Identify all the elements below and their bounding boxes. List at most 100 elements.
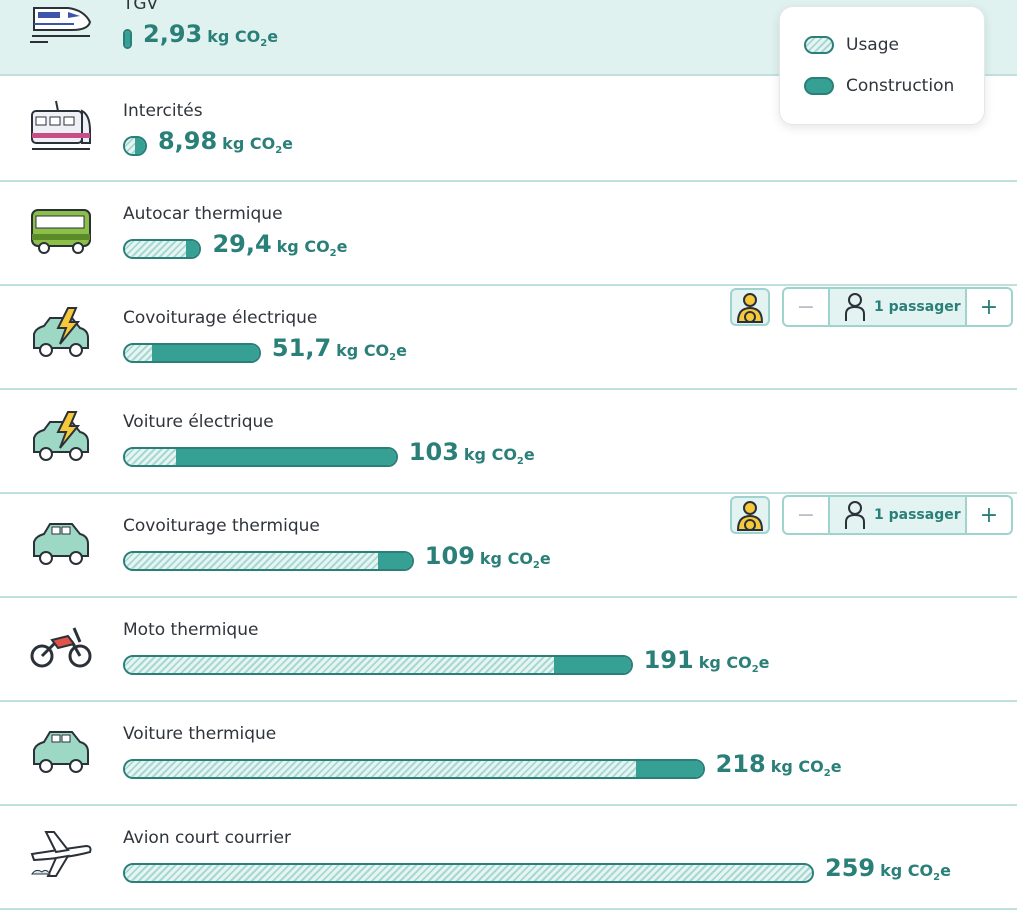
- legend-label-usage: Usage: [846, 35, 899, 55]
- unit-co2: CO: [304, 237, 330, 256]
- unit-sub: 2: [823, 768, 831, 780]
- bar-track: [123, 136, 147, 156]
- bar-value-label: 103 kg CO2e: [409, 438, 535, 467]
- intercites-train-icon: [28, 97, 94, 157]
- car-icon: [28, 720, 94, 780]
- bar-segment-construction: [553, 657, 631, 673]
- unit-co2: CO: [234, 27, 261, 46]
- bar-track: [123, 759, 705, 779]
- bar-value-number: 259: [825, 854, 876, 882]
- bar-segment-construction: [636, 761, 703, 777]
- bus-icon: [28, 200, 94, 260]
- bar-track: [123, 655, 633, 675]
- unit-sub: 2: [532, 560, 540, 572]
- chart-row: Voiture électrique 103 kg CO2e: [0, 390, 1017, 494]
- unit-co2: CO: [491, 445, 517, 464]
- unit-e: e: [267, 27, 279, 46]
- unit-e: e: [830, 757, 842, 776]
- bar-value-label: 29,4 kg CO2e: [212, 230, 347, 259]
- increase-passenger-button[interactable]: +: [965, 497, 1011, 533]
- chart-row: Covoiturage thermique 109 kg CO2e − 1 passag…: [0, 494, 1017, 598]
- bar-track: [123, 863, 814, 883]
- unit-e: e: [396, 341, 407, 360]
- unit-kg: kg: [479, 549, 508, 568]
- bar-value-unit: kg CO2e: [222, 134, 294, 156]
- bar-track: [123, 447, 398, 467]
- chart-row: Voiture thermique 218 kg CO2e: [0, 702, 1017, 806]
- driver-icon[interactable]: [730, 496, 770, 534]
- decrease-passenger-button[interactable]: −: [784, 289, 830, 325]
- driver-icon[interactable]: [730, 288, 770, 326]
- decrease-passenger-button[interactable]: −: [784, 497, 830, 533]
- unit-kg: kg: [207, 27, 235, 46]
- motorcycle-icon: [28, 616, 94, 676]
- category-label: Intercités: [123, 101, 203, 121]
- passenger-stepper: − 1 passager +: [782, 495, 1013, 535]
- increase-passenger-button[interactable]: +: [965, 289, 1011, 325]
- bar-segment-construction: [176, 449, 396, 465]
- bar-segment-usage: [125, 553, 378, 569]
- unit-co2: CO: [907, 861, 934, 880]
- bar-value-unit: kg CO2e: [698, 653, 770, 676]
- chart-row: Autocar thermique 29,4 kg CO2e: [0, 182, 1017, 286]
- bar-value-unit: kg CO2e: [771, 757, 842, 780]
- category-label: Autocar thermique: [123, 204, 283, 224]
- chart-row: Covoiturage électrique 51,7 kg CO2e − 1 pass…: [0, 286, 1017, 390]
- bar-value-unit: kg CO2e: [336, 341, 407, 363]
- bar-segment-usage: [125, 241, 187, 257]
- category-label: Covoiturage électrique: [123, 308, 318, 328]
- bar-value-number: 109: [424, 542, 475, 570]
- bar-track: [123, 343, 261, 363]
- passenger-count-label: 1 passager: [874, 507, 961, 523]
- bar-value-number: 51,7: [271, 334, 332, 362]
- unit-e: e: [539, 549, 551, 568]
- bar-value-unit: kg CO2e: [464, 445, 535, 467]
- bar-track: [123, 551, 414, 571]
- bar-segment-usage: [125, 657, 554, 673]
- passenger-count: 1 passager: [830, 497, 965, 533]
- bar-track: [123, 29, 132, 49]
- unit-co2: CO: [798, 757, 824, 776]
- unit-e: e: [523, 445, 535, 464]
- bar-value-label: 109 kg CO2e: [425, 542, 551, 571]
- bar-value-number: 2,93: [143, 20, 203, 48]
- unit-kg: kg: [276, 237, 305, 256]
- bar-segment-usage: [125, 138, 135, 154]
- electric-car-icon: [28, 408, 94, 468]
- passenger-count: 1 passager: [830, 289, 965, 325]
- car-icon: [28, 512, 94, 572]
- tgv-train-icon: [28, 0, 94, 50]
- unit-e: e: [940, 861, 951, 880]
- bar-value-unit: kg CO2e: [880, 861, 951, 883]
- unit-kg: kg: [698, 653, 727, 672]
- bar-segment-usage: [125, 761, 637, 777]
- passenger-stepper: − 1 passager +: [782, 287, 1013, 327]
- bar-segment-construction: [152, 345, 259, 361]
- unit-kg: kg: [880, 861, 908, 880]
- chart-row: Moto thermique 191 kg CO2e: [0, 598, 1017, 702]
- bar-value-number: 218: [715, 750, 766, 778]
- airplane-icon: [28, 824, 94, 884]
- bar-value-label: 51,7 kg CO2e: [272, 334, 407, 363]
- category-label: Voiture thermique: [123, 724, 277, 744]
- unit-co2: CO: [363, 341, 390, 360]
- unit-sub: 2: [751, 664, 759, 676]
- bar-value-label: 191 kg CO2e: [644, 646, 770, 675]
- category-label: Voiture électrique: [123, 412, 274, 432]
- bar-track: [123, 239, 202, 259]
- legend-label-construction: Construction: [846, 76, 955, 96]
- bar-value-label: 218 kg CO2e: [716, 750, 842, 779]
- person-icon: [844, 500, 866, 530]
- bar-segment-construction: [186, 241, 200, 257]
- unit-co2: CO: [249, 134, 276, 153]
- bar-value-label: 259 kg CO2e: [825, 854, 951, 883]
- legend-item-construction: Construction: [804, 76, 954, 96]
- category-label: Avion court courrier: [123, 828, 291, 848]
- bar-segment-usage: [125, 865, 812, 881]
- bar-value-number: 191: [643, 646, 694, 674]
- unit-sub: 2: [329, 248, 337, 260]
- unit-co2: CO: [507, 549, 533, 568]
- unit-e: e: [282, 134, 294, 153]
- bar-value-unit: kg CO2e: [207, 27, 279, 49]
- unit-kg: kg: [336, 341, 364, 360]
